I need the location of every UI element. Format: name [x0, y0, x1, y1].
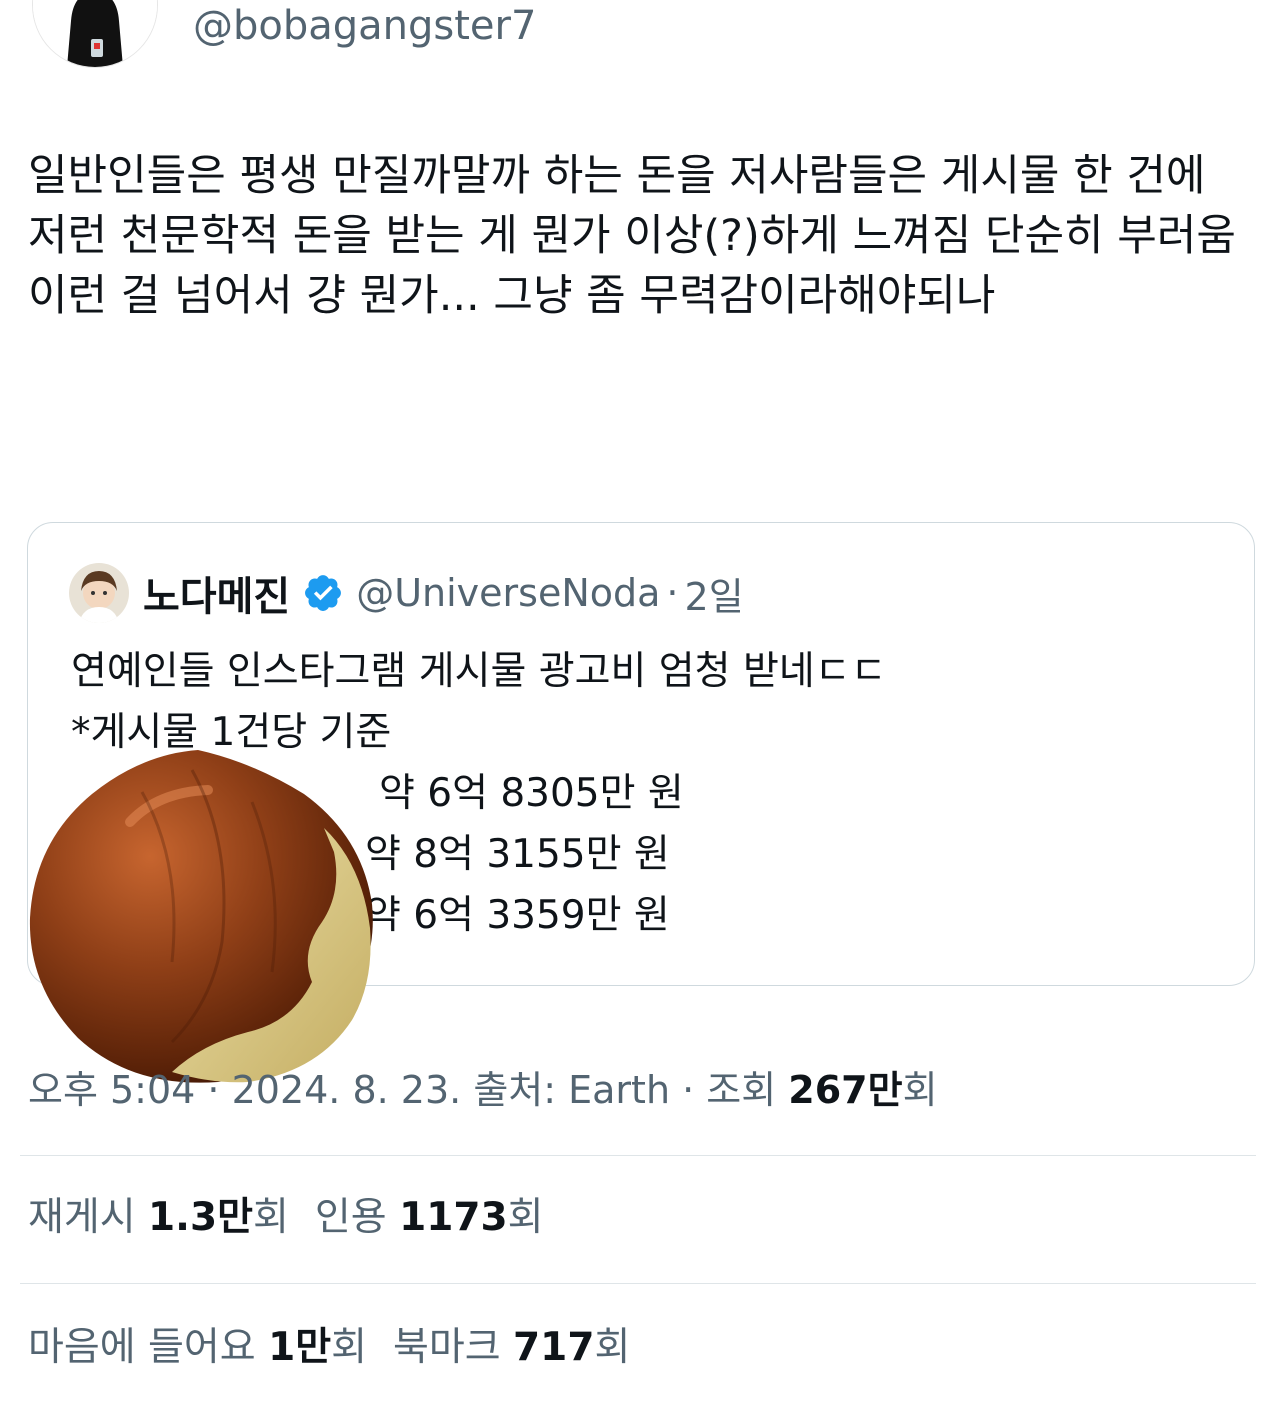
author-handle[interactable]: @bobagangster7 [193, 2, 536, 50]
quote-line: 약 6억 3359만 원 [365, 893, 670, 938]
bookmarks-stat[interactable]: 북마크 717회 [393, 1320, 630, 1376]
quote-body: 연예인들 인스타그램 게시물 광고비 엄청 받네ㄷㄷ *게시물 1건당 기준 약… [71, 641, 1221, 946]
engagement-row-2: 마음에 들어요 1만회 북마크 717회 [28, 1320, 656, 1376]
reposts-unit: 회 [253, 1195, 289, 1240]
quoted-tweet-card[interactable]: 노다메진 @UniverseNoda · 2일 연예인들 인스타그램 게시물 광… [27, 522, 1255, 986]
reposts-label: 재게시 [28, 1195, 149, 1240]
engagement-row-1: 재게시 1.3만회 인용 1173회 [28, 1190, 570, 1246]
tweet-meta: 오후 5:04 · 2024. 8. 23. 출처: Earth · 조회 26… [28, 1062, 938, 1118]
bookmarks-label: 북마크 [393, 1325, 514, 1370]
quotes-count: 1173 [399, 1195, 508, 1240]
meta-separator: · [195, 1068, 232, 1112]
quote-separator: · [666, 571, 679, 615]
quote-line: 약 6억 8305만 원 [379, 771, 684, 816]
views-unit: 회 [902, 1068, 938, 1112]
quotes-label: 인용 [314, 1195, 400, 1240]
views-count: 267만 [788, 1068, 903, 1112]
views-label: 조회 [706, 1068, 789, 1112]
quote-line: *게시물 1건당 기준 [71, 710, 392, 755]
quote-header: 노다메진 @UniverseNoda · 2일 [69, 563, 744, 623]
likes-unit: 회 [331, 1325, 367, 1370]
author-avatar[interactable] [32, 0, 158, 68]
quotes-stat[interactable]: 인용 1173회 [315, 1190, 544, 1246]
divider [20, 1155, 1256, 1156]
likes-stat[interactable]: 마음에 들어요 1만회 [28, 1320, 367, 1376]
reposts-count: 1.3만 [148, 1195, 254, 1240]
quote-timestamp[interactable]: 2일 [685, 566, 744, 621]
likes-label: 마음에 들어요 [28, 1325, 269, 1370]
bookmarks-unit: 회 [594, 1325, 631, 1370]
quote-author-handle[interactable]: @UniverseNoda [356, 571, 660, 615]
verified-badge-icon [305, 575, 342, 611]
tweet-text: 일반인들은 평생 만질까말까 하는 돈을 저사람들은 게시물 한 건에 저런 천… [28, 151, 1250, 321]
quote-line: 연예인들 인스타그램 게시물 광고비 엄청 받네ㄷㄷ [71, 649, 887, 694]
divider [20, 1283, 1256, 1284]
source-label: 출처: [461, 1068, 569, 1112]
source-name[interactable]: Earth [568, 1068, 670, 1112]
reposts-stat[interactable]: 재게시 1.3만회 [28, 1190, 289, 1246]
avatar-image [33, 0, 157, 67]
tweet-time[interactable]: 오후 5:04 [28, 1068, 195, 1112]
tweet-date[interactable]: 2024. 8. 23. [232, 1068, 462, 1112]
quote-author-avatar[interactable] [69, 563, 129, 623]
meta-separator: · [670, 1068, 707, 1112]
quote-line: 약 8억 3155만 원 [365, 832, 670, 877]
quote-author-name[interactable]: 노다메진 [143, 564, 290, 622]
likes-count: 1만 [268, 1325, 332, 1370]
quotes-unit: 회 [507, 1195, 544, 1240]
bookmarks-count: 717 [513, 1325, 595, 1370]
